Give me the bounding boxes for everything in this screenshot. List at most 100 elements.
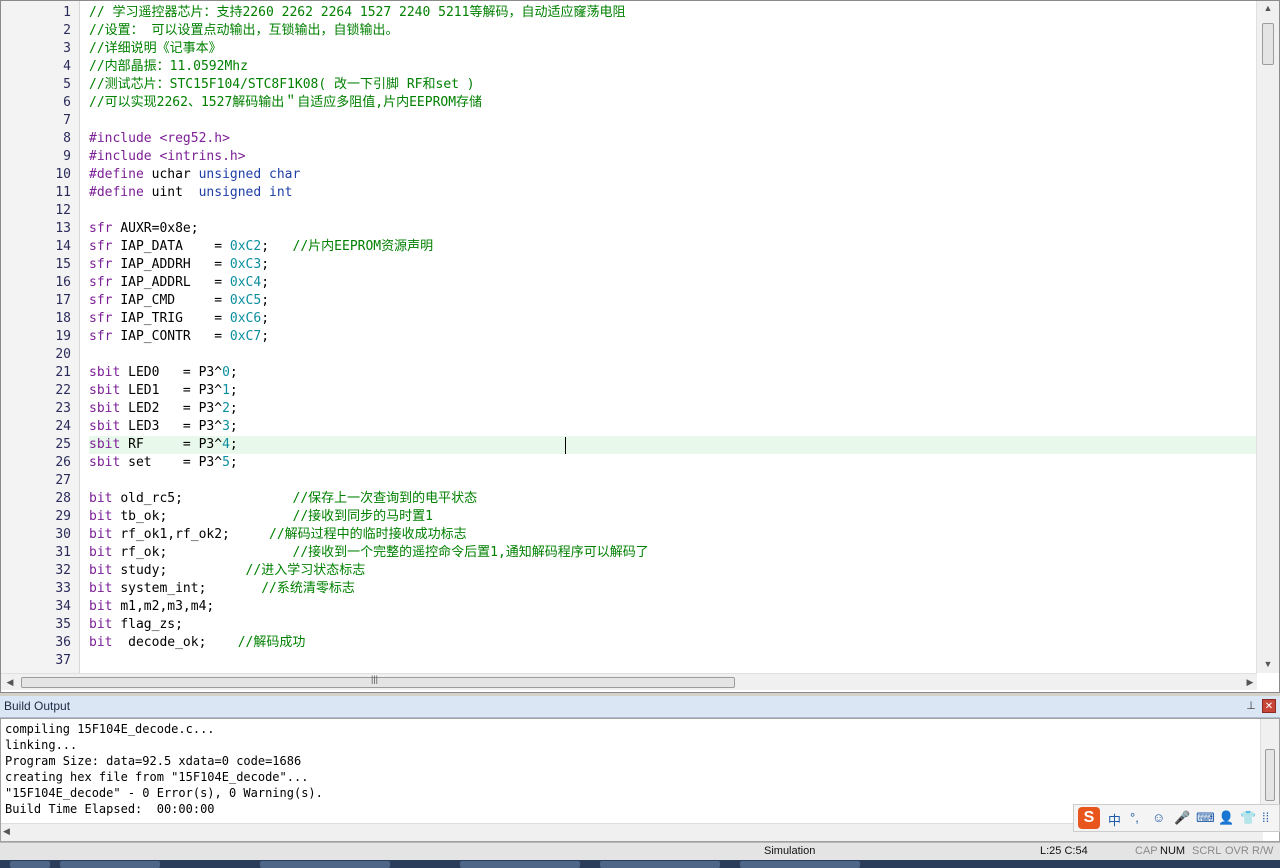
code-line[interactable]: bit flag_zs; xyxy=(89,616,1259,634)
line-number: 14 xyxy=(55,239,71,254)
user-icon[interactable]: 👤 xyxy=(1218,810,1234,826)
code-line[interactable]: bit m1,m2,m3,m4; xyxy=(89,598,1259,616)
code-token: sfr xyxy=(89,221,121,236)
code-token: //设置： 可以设置点动输出，互锁输出，自锁输出。 xyxy=(89,23,399,38)
chinese-mode-icon[interactable]: 中 xyxy=(1108,810,1121,829)
code-token: sfr xyxy=(89,293,121,308)
code-line[interactable]: sfr IAP_ADDRH = 0xC3; xyxy=(89,256,1259,274)
keyboard-icon[interactable]: ⌨ xyxy=(1196,810,1215,826)
build-output-line: "15F104E_decode" - 0 Error(s), 0 Warning… xyxy=(5,786,323,800)
scroll-up-arrow-icon[interactable]: ▲ xyxy=(1257,1,1279,15)
code-line[interactable]: sfr IAP_TRIG = 0xC6; xyxy=(89,310,1259,328)
code-token: system_int; xyxy=(120,581,262,596)
microphone-icon[interactable]: 🎤 xyxy=(1174,810,1190,826)
line-number: 34 xyxy=(55,599,71,614)
editor-vertical-scrollbar[interactable]: ▲ ▼ xyxy=(1256,1,1279,673)
code-line[interactable]: bit tb_ok; //接收到同步的马时置1 xyxy=(89,508,1259,526)
scroll-down-arrow-icon[interactable]: ▼ xyxy=(1257,657,1279,671)
code-line[interactable]: //可以实现2262、1527解码输出＂自适应多阻值,片内EEPROM存储 xyxy=(89,94,1259,112)
scroll-right-arrow-icon[interactable]: ▶ xyxy=(1243,674,1257,690)
code-token: ; xyxy=(229,455,238,470)
skin-icon[interactable]: 👕 xyxy=(1240,810,1256,826)
code-line[interactable]: //设置： 可以设置点动输出，互锁输出，自锁输出。 xyxy=(89,22,1259,40)
code-token: ; xyxy=(229,365,238,380)
code-line[interactable]: sbit RF = P3^4; xyxy=(89,436,1259,454)
code-line[interactable]: bit rf_ok1,rf_ok2; //解码过程中的临时接收成功标志 xyxy=(89,526,1259,544)
code-line[interactable] xyxy=(89,346,1259,364)
scroll-left-arrow-icon[interactable]: ◀ xyxy=(3,674,17,690)
code-line[interactable]: sfr IAP_CMD = 0xC5; xyxy=(89,292,1259,310)
code-line[interactable]: //详细说明《记事本》 xyxy=(89,40,1259,58)
build-output-line: creating hex file from "15F104E_decode".… xyxy=(5,770,309,784)
code-line[interactable]: // 学习遥控器芯片：支持2260 2262 2264 1527 2240 52… xyxy=(89,4,1259,22)
code-token: rf_ok; xyxy=(120,545,293,560)
taskbar-item[interactable] xyxy=(60,861,160,868)
code-line[interactable]: sfr AUXR=0x8e; xyxy=(89,220,1259,238)
line-number: 7 xyxy=(63,113,71,128)
code-line[interactable]: bit decode_ok; //解码成功 xyxy=(89,634,1259,652)
emoji-icon[interactable]: ☺ xyxy=(1152,810,1165,825)
taskbar-item[interactable] xyxy=(740,861,860,868)
code-token: //接收到一个完整的遥控命令后置1,通知解码程序可以解码了 xyxy=(292,545,649,560)
code-token: unsigned char xyxy=(198,167,301,182)
vertical-scroll-thumb[interactable] xyxy=(1262,23,1274,65)
code-line[interactable]: sbit LED1 = P3^1; xyxy=(89,382,1259,400)
code-line[interactable]: //内部晶振：11.0592Mhz xyxy=(89,58,1259,76)
code-token: 1 xyxy=(222,383,230,398)
code-line[interactable]: sbit LED3 = P3^3; xyxy=(89,418,1259,436)
code-token: //测试芯片：STC15F104/STC8F1K08( 改一下引脚 RF和set… xyxy=(89,77,475,92)
build-output-title: Build Output xyxy=(4,699,71,713)
code-line[interactable]: #include <reg52.h> xyxy=(89,130,1259,148)
line-number: 21 xyxy=(55,365,71,380)
code-editor[interactable]: 1 2 3 4 5 6 7 8 9 10 11 12 13 14 15 16 17 18 19 20 21 22 23 24 2… xyxy=(0,0,1280,693)
code-token: LED2 = P3^ xyxy=(128,401,223,416)
scroll-left-arrow-icon[interactable]: ◀ xyxy=(3,826,10,837)
code-line[interactable]: //测试芯片：STC15F104/STC8F1K08( 改一下引脚 RF和set… xyxy=(89,76,1259,94)
code-token: bit xyxy=(89,545,121,560)
code-line[interactable]: bit system_int; //系统清零标志 xyxy=(89,580,1259,598)
code-token: ; xyxy=(229,383,238,398)
status-ovr: OVR xyxy=(1225,845,1249,857)
ime-toolbar[interactable]: S 中 °, ☺ 🎤 ⌨ 👤 👕 ⁞⁞ xyxy=(1073,804,1280,832)
build-scroll-thumb[interactable] xyxy=(1265,749,1275,801)
code-line[interactable] xyxy=(89,472,1259,490)
pin-icon[interactable]: ⊥ xyxy=(1244,699,1258,713)
build-output-header: Build Output ⊥ ✕ xyxy=(0,696,1280,718)
code-line[interactable]: bit study; //进入学习状态标志 xyxy=(89,562,1259,580)
close-icon[interactable]: ✕ xyxy=(1262,699,1276,713)
line-number: 9 xyxy=(63,149,71,164)
taskbar-item[interactable] xyxy=(460,861,580,868)
code-line[interactable]: sbit set = P3^5; xyxy=(89,454,1259,472)
code-text-area[interactable]: // 学习遥控器芯片：支持2260 2262 2264 1527 2240 52… xyxy=(89,4,1259,673)
code-line[interactable]: sfr IAP_ADDRL = 0xC4; xyxy=(89,274,1259,292)
start-button[interactable] xyxy=(10,861,50,868)
taskbar-item[interactable] xyxy=(600,861,720,868)
taskbar-item[interactable] xyxy=(260,861,390,868)
line-number: 35 xyxy=(55,617,71,632)
code-token: 0 xyxy=(222,365,230,380)
code-token: ; xyxy=(229,419,238,434)
code-line[interactable]: #define uchar unsigned char xyxy=(89,166,1259,184)
code-line[interactable]: sbit LED2 = P3^2; xyxy=(89,400,1259,418)
code-line[interactable]: sfr IAP_CONTR = 0xC7; xyxy=(89,328,1259,346)
line-number: 32 xyxy=(55,563,71,578)
code-line[interactable]: bit rf_ok; //接收到一个完整的遥控命令后置1,通知解码程序可以解码了 xyxy=(89,544,1259,562)
code-token: ; xyxy=(229,437,238,452)
code-line[interactable] xyxy=(89,112,1259,130)
punctuation-icon[interactable]: °, xyxy=(1130,810,1139,825)
sogou-logo-icon[interactable]: S xyxy=(1078,807,1100,829)
editor-horizontal-scrollbar[interactable]: ◀ ||| ▶ xyxy=(1,673,1257,690)
code-line[interactable] xyxy=(89,202,1259,220)
code-line[interactable]: sfr IAP_DATA = 0xC2; //片内EEPROM资源声明 xyxy=(89,238,1259,256)
code-line[interactable]: #include <intrins.h> xyxy=(89,148,1259,166)
line-number: 22 xyxy=(55,383,71,398)
code-token: m1,m2,m3,m4; xyxy=(120,599,215,614)
line-number-gutter: 1 2 3 4 5 6 7 8 9 10 11 12 13 14 15 16 17 18 19 20 21 22 23 24 2… xyxy=(1,1,80,673)
code-line[interactable]: #define uint unsigned int xyxy=(89,184,1259,202)
code-line[interactable]: sbit LED0 = P3^0; xyxy=(89,364,1259,382)
code-line[interactable]: bit old_rc5; //保存上一次查询到的电平状态 xyxy=(89,490,1259,508)
windows-taskbar[interactable] xyxy=(0,860,1280,868)
code-line[interactable] xyxy=(89,652,1259,670)
toolbox-icon[interactable]: ⁞⁞ xyxy=(1262,810,1269,825)
code-token: 2 xyxy=(222,401,230,416)
